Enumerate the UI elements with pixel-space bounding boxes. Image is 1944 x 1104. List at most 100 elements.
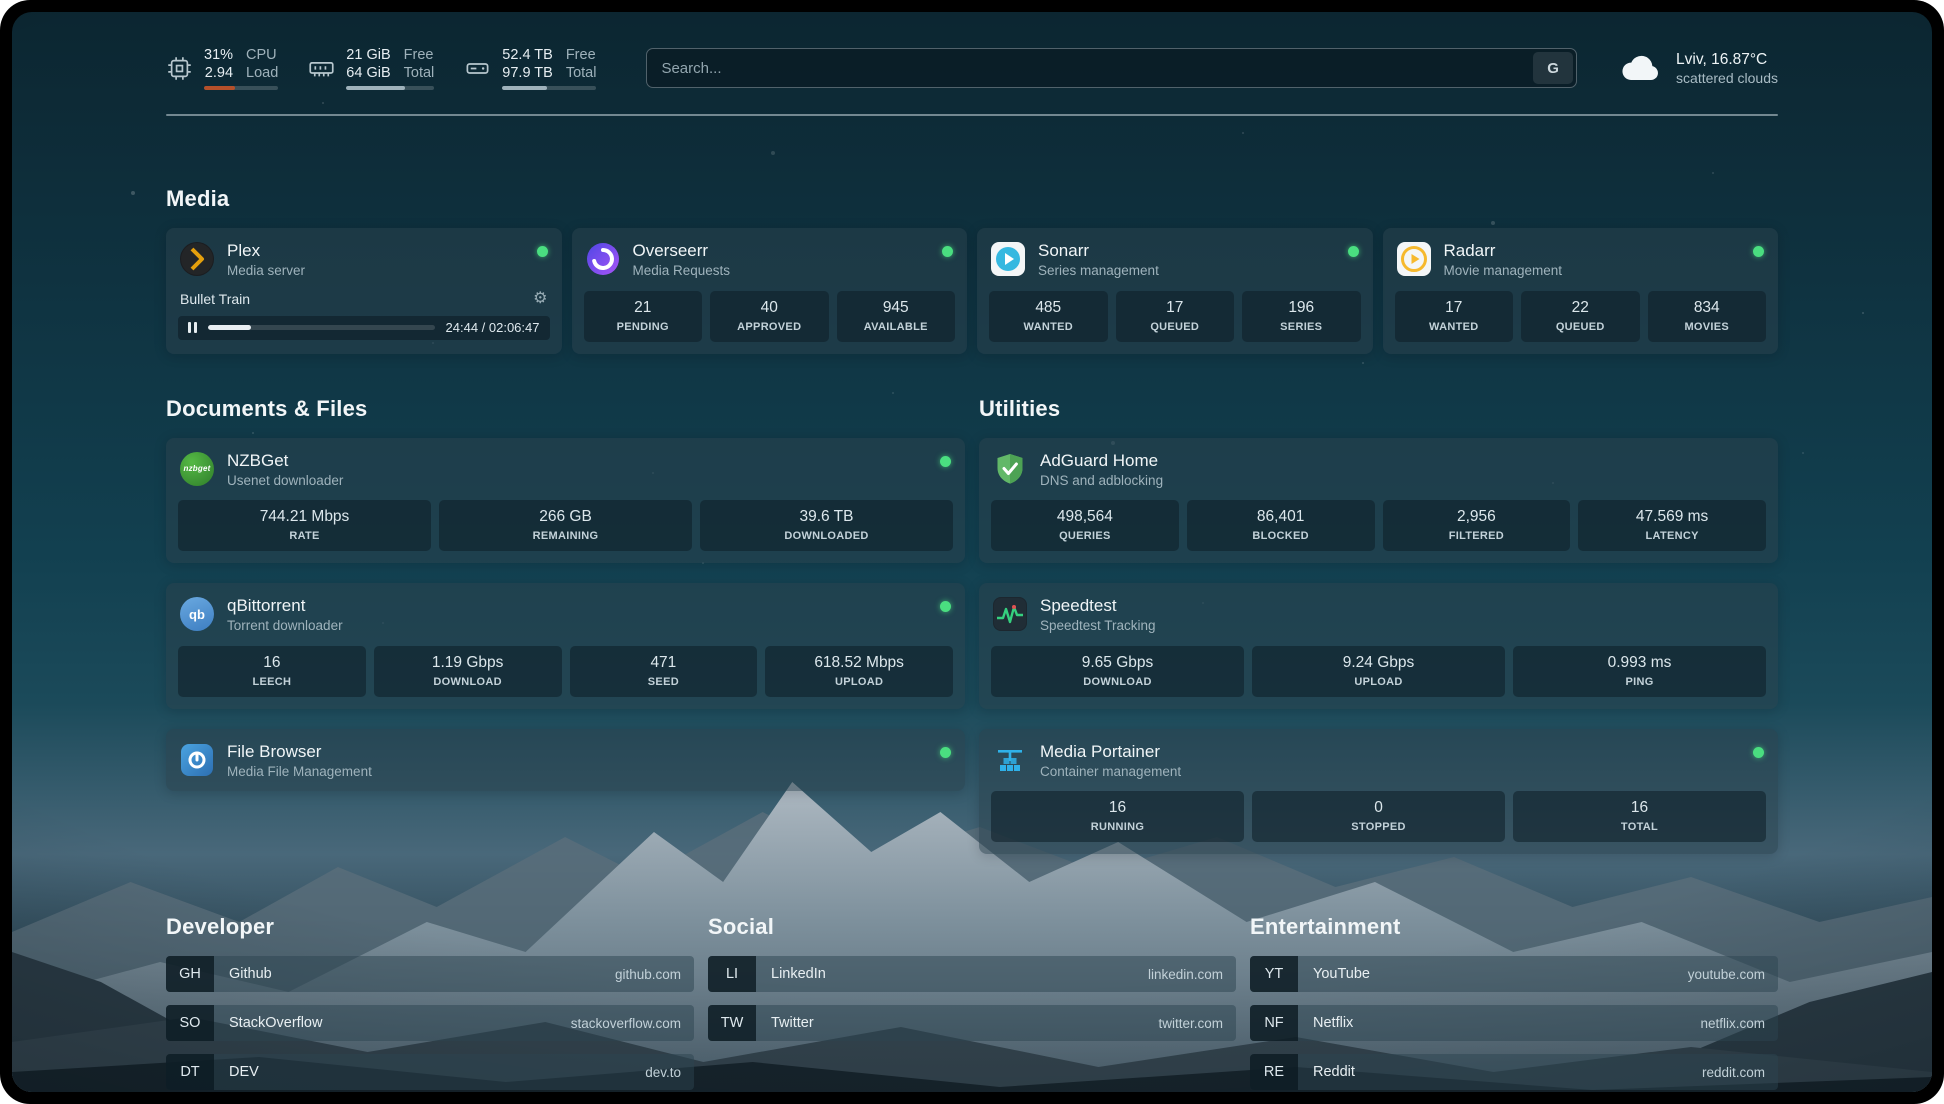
stat-value: 485	[993, 299, 1104, 317]
app-name: NZBGet	[227, 451, 343, 471]
bookmark-abbr: LI	[708, 956, 756, 992]
portainer-card[interactable]: Media Portainer Container management 16 …	[979, 729, 1778, 855]
memory-icon	[308, 55, 335, 82]
stat-label: REMAINING	[443, 530, 688, 542]
top-bar: 31% CPU 2.94 Load	[166, 46, 1778, 90]
bookmark-domain: stackoverflow.com	[571, 1016, 681, 1031]
stat-box: 471 SEED	[570, 646, 758, 697]
stat-value: 9.65 Gbps	[995, 654, 1240, 672]
bookmark-abbr: DT	[166, 1054, 214, 1090]
stat-value: 9.24 Gbps	[1256, 654, 1501, 672]
disk-total: 97.9 TB	[502, 64, 553, 82]
status-dot	[537, 246, 548, 257]
stat-value: 618.52 Mbps	[769, 654, 949, 672]
weather-widget: Lviv, 16.87°C scattered clouds	[1619, 50, 1778, 86]
stat-label: QUEUED	[1120, 321, 1231, 333]
cloud-icon	[1619, 53, 1663, 83]
adguard-card[interactable]: AdGuard Home DNS and adblocking 498,564 …	[979, 438, 1778, 564]
app-subtitle: Media server	[227, 264, 305, 278]
section-media: Media Plex Media server	[166, 186, 1778, 354]
bookmark-dev[interactable]: DT DEV dev.to	[166, 1054, 694, 1090]
sonarr-card[interactable]: Sonarr Series management 485 WANTED 17 Q…	[977, 228, 1373, 354]
stat-label: QUERIES	[995, 530, 1175, 542]
radarr-card[interactable]: Radarr Movie management 17 WANTED 22 QUE…	[1383, 228, 1779, 354]
memory-usage-bar	[346, 86, 434, 90]
stat-box: 0.993 ms PING	[1513, 646, 1766, 697]
bookmark-abbr: TW	[708, 1005, 756, 1041]
app-name: Speedtest	[1040, 596, 1156, 616]
cpu-load-label: Load	[246, 64, 278, 82]
playback-time: 24:44 / 02:06:47	[446, 320, 540, 335]
bookmark-name: Github	[229, 966, 272, 982]
bookmark-linkedin[interactable]: LI LinkedIn linkedin.com	[708, 956, 1236, 992]
qbittorrent-card[interactable]: qb qBittorrent Torrent downloader 16 LEE…	[166, 583, 965, 709]
bookmark-netflix[interactable]: NF Netflix netflix.com	[1250, 1005, 1778, 1041]
pause-icon[interactable]	[188, 322, 197, 333]
disk-free-label: Free	[566, 46, 597, 64]
weather-location: Lviv, 16.87°C	[1676, 50, 1778, 70]
stat-label: PING	[1517, 676, 1762, 688]
stat-box: 9.65 Gbps DOWNLOAD	[991, 646, 1244, 697]
nzbget-icon: nzbget	[180, 452, 214, 486]
bookmark-reddit[interactable]: RE Reddit reddit.com	[1250, 1054, 1778, 1090]
cpu-load: 2.94	[204, 64, 233, 82]
plex-icon	[180, 242, 214, 276]
stat-value: 1.19 Gbps	[378, 654, 558, 672]
stat-label: QUEUED	[1525, 321, 1636, 333]
stat-label: UPLOAD	[1256, 676, 1501, 688]
section-utilities: Utilities	[979, 396, 1778, 855]
memory-widget: 21 GiB Free 64 GiB Total	[308, 46, 434, 90]
app-name: Radarr	[1444, 241, 1563, 261]
portainer-icon	[993, 743, 1027, 777]
topbar-divider	[166, 114, 1778, 116]
app-name: AdGuard Home	[1040, 451, 1163, 471]
filebrowser-card[interactable]: File Browser Media File Management	[166, 729, 965, 792]
playback-bar: 24:44 / 02:06:47	[178, 316, 550, 340]
radarr-icon	[1397, 242, 1431, 276]
stat-box: 618.52 Mbps UPLOAD	[765, 646, 953, 697]
speedtest-icon	[993, 597, 1027, 631]
stat-value: 834	[1652, 299, 1763, 317]
app-subtitle: Container management	[1040, 765, 1181, 779]
documents-section-title: Documents & Files	[166, 396, 965, 422]
overseerr-card[interactable]: Overseerr Media Requests 21 PENDING 40 A…	[572, 228, 968, 354]
bookmark-domain: youtube.com	[1688, 967, 1765, 982]
search-input[interactable]	[661, 60, 1533, 77]
stat-label: RUNNING	[995, 821, 1240, 833]
stat-label: DOWNLOADED	[704, 530, 949, 542]
stat-value: 21	[588, 299, 699, 317]
stat-label: FILTERED	[1387, 530, 1567, 542]
plex-card[interactable]: Plex Media server Bullet Train ⚙	[166, 228, 562, 354]
status-dot	[940, 601, 951, 612]
bookmark-youtube[interactable]: YT YouTube youtube.com	[1250, 956, 1778, 992]
section-entertainment: Entertainment YT YouTube youtube.com NF …	[1250, 914, 1778, 1090]
search-provider-button[interactable]: G	[1533, 52, 1573, 84]
stat-box: 86,401 BLOCKED	[1187, 500, 1375, 551]
app-name: Sonarr	[1038, 241, 1159, 261]
app-subtitle: DNS and adblocking	[1040, 474, 1163, 488]
stat-label: AVAILABLE	[841, 321, 952, 333]
window-frame: 31% CPU 2.94 Load	[0, 0, 1944, 1104]
cpu-percent: 31%	[204, 46, 233, 64]
utilities-section-title: Utilities	[979, 396, 1778, 422]
bookmark-abbr: YT	[1250, 956, 1298, 992]
bookmark-stackoverflow[interactable]: SO StackOverflow stackoverflow.com	[166, 1005, 694, 1041]
stat-value: 47.569 ms	[1582, 508, 1762, 526]
bookmark-github[interactable]: GH Github github.com	[166, 956, 694, 992]
bookmark-abbr: RE	[1250, 1054, 1298, 1090]
bookmark-domain: twitter.com	[1158, 1016, 1223, 1031]
gear-icon[interactable]: ⚙	[533, 292, 547, 306]
app-subtitle: Media File Management	[227, 765, 372, 779]
stat-value: 196	[1246, 299, 1357, 317]
speedtest-card[interactable]: Speedtest Speedtest Tracking 9.65 Gbps D…	[979, 583, 1778, 709]
nzbget-card[interactable]: nzbget NZBGet Usenet downloader 744.21 M…	[166, 438, 965, 564]
stat-box: 17 QUEUED	[1116, 291, 1235, 342]
stat-box: 16 LEECH	[178, 646, 366, 697]
status-dot	[940, 747, 951, 758]
bookmark-domain: linkedin.com	[1148, 967, 1223, 982]
adguard-icon	[993, 452, 1027, 486]
status-dot	[940, 456, 951, 467]
stat-box: 21 PENDING	[584, 291, 703, 342]
bookmark-twitter[interactable]: TW Twitter twitter.com	[708, 1005, 1236, 1041]
stat-value: 471	[574, 654, 754, 672]
